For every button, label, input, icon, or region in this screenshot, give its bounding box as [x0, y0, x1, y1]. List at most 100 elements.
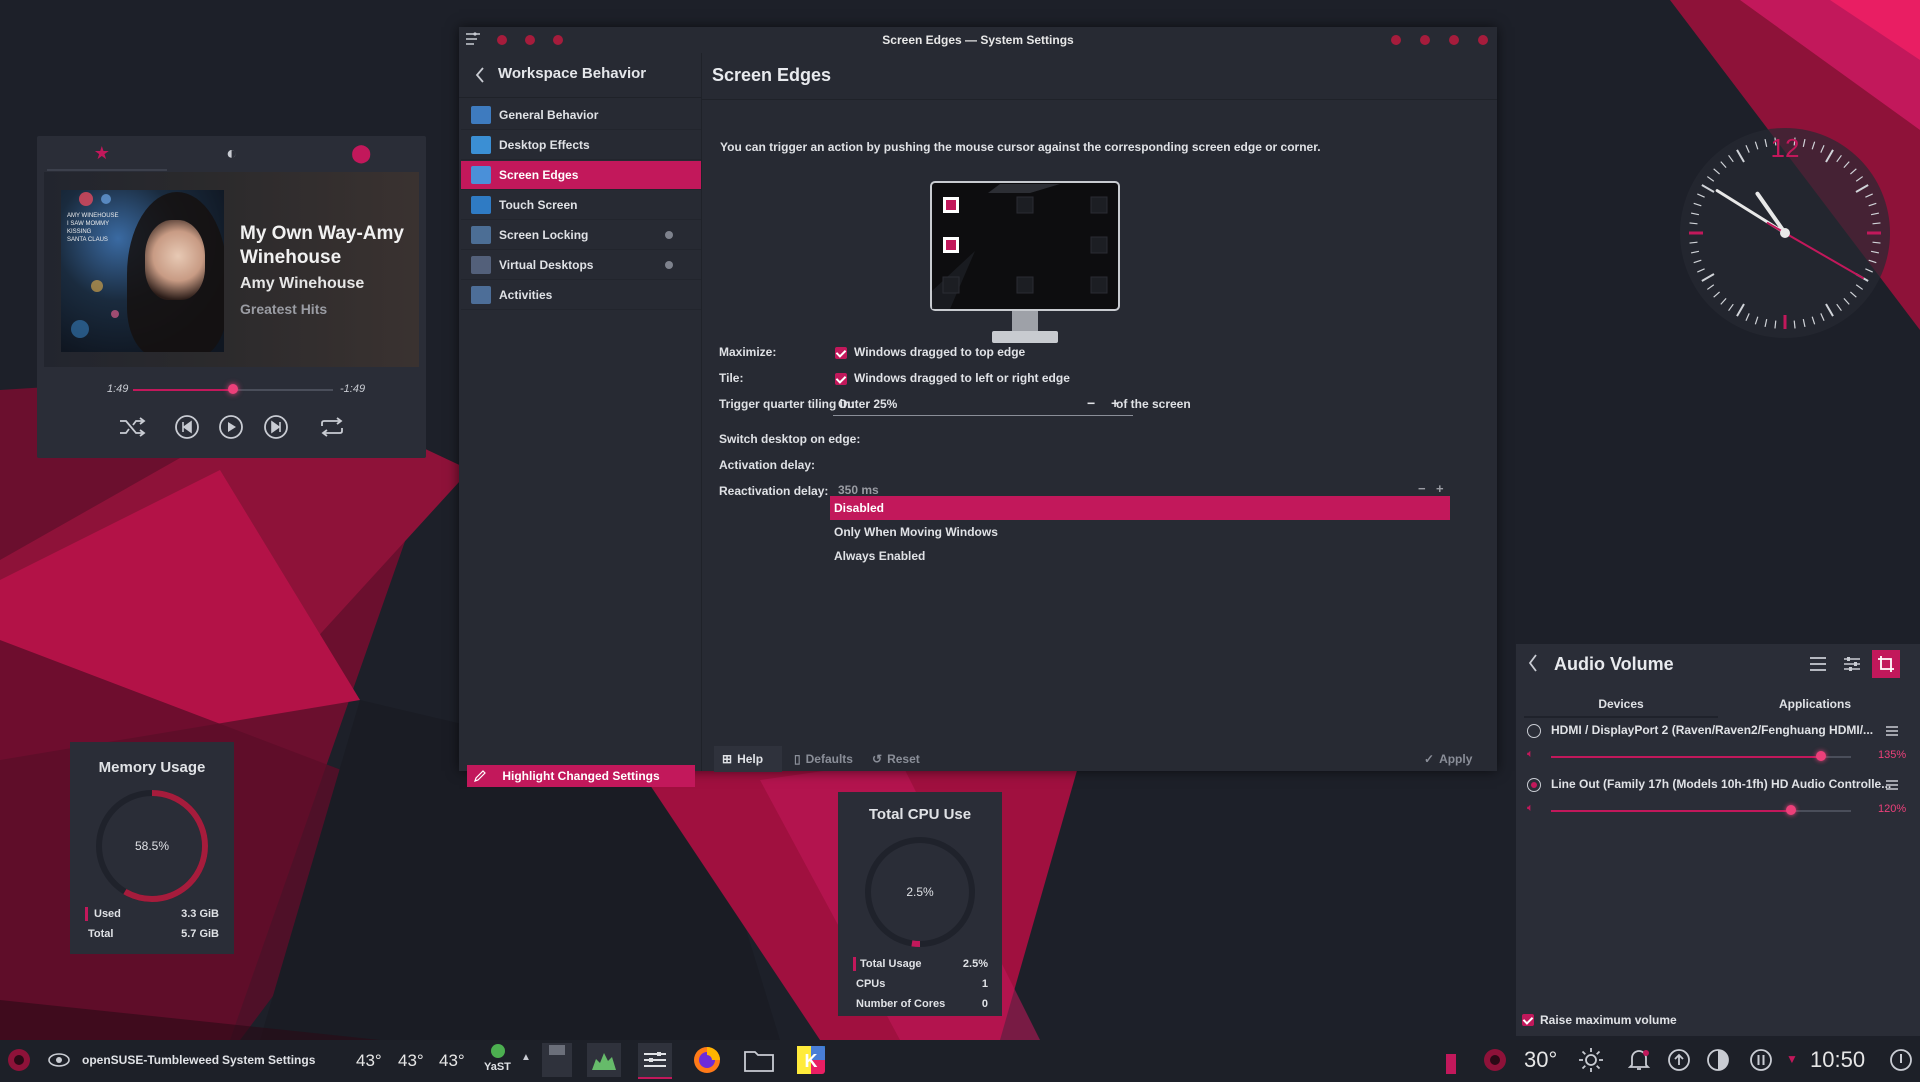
task-system-settings[interactable]: System Settings — [222, 1040, 315, 1080]
increment-button[interactable]: + — [1436, 481, 1444, 496]
cpu-gauge: 2.5% — [865, 837, 975, 947]
list-view-icon[interactable] — [1809, 656, 1827, 672]
firefox-icon[interactable] — [690, 1043, 724, 1077]
minimize-button[interactable] — [1420, 35, 1430, 45]
defaults-icon: ▯ — [794, 752, 801, 766]
general-behavior-icon — [471, 106, 491, 124]
total-usage-swatch — [853, 957, 856, 971]
close-button[interactable] — [1478, 35, 1488, 45]
speaker-icon[interactable]: 🔈︎ — [1527, 802, 1534, 815]
device-menu-icon[interactable] — [1886, 780, 1898, 790]
sidebar-item-touch-screen[interactable]: Touch Screen — [461, 191, 701, 220]
expand-tray-icon[interactable]: ▲ — [521, 1052, 531, 1063]
album-cover: AMY WINEHOUSE I SAW MOMMY KISSING SANTA … — [61, 190, 224, 352]
edge-right[interactable] — [1090, 236, 1108, 254]
pause-icon[interactable] — [1746, 1045, 1776, 1075]
sidebar-item-screen-edges[interactable]: Screen Edges — [461, 161, 701, 190]
app-launcher-button[interactable] — [4, 1045, 34, 1075]
favorites-tab[interactable]: ★ — [37, 136, 167, 170]
seek-fill — [133, 389, 233, 391]
yast-label[interactable]: YaST — [484, 1061, 511, 1073]
device-menu-icon[interactable] — [1886, 726, 1898, 736]
desktop-preview[interactable] — [542, 1043, 572, 1077]
tile-checkbox[interactable] — [835, 373, 847, 385]
maximize-button[interactable] — [1449, 35, 1459, 45]
tile-checkbox-label[interactable]: Windows dragged to left or right edge — [854, 371, 1070, 385]
previous-icon[interactable] — [174, 414, 200, 440]
settings-sliders-icon[interactable] — [1843, 656, 1861, 672]
dropdown-option-moving-windows[interactable]: Only When Moving Windows — [830, 520, 1450, 544]
task-opensuse[interactable]: openSUSE-Tumbleweed — [82, 1040, 219, 1080]
default-device-radio[interactable] — [1527, 724, 1541, 738]
edge-top-right[interactable] — [1090, 196, 1108, 214]
tab-applications[interactable]: Applications — [1718, 690, 1912, 718]
speaker-icon[interactable]: 🔈︎ — [1527, 748, 1534, 761]
edge-top[interactable] — [1016, 196, 1034, 214]
maximize-checkbox[interactable] — [835, 347, 847, 359]
media-tray-icon[interactable] — [1703, 1045, 1733, 1075]
back-arrow-icon[interactable] — [1528, 654, 1538, 672]
clock-tick — [1689, 241, 1698, 244]
help-button[interactable]: ⊞ Help — [714, 746, 782, 772]
sidebar-item-screen-locking[interactable]: Screen Locking — [461, 221, 701, 250]
battery-icon[interactable] — [1446, 1054, 1456, 1074]
titlebar[interactable]: Screen Edges — System Settings — [459, 27, 1497, 53]
edge-bottom-right[interactable] — [1090, 276, 1108, 294]
system-monitor-icon[interactable] — [587, 1043, 621, 1077]
notifications-icon[interactable] — [1624, 1045, 1654, 1075]
edge-bottom[interactable] — [1016, 276, 1034, 294]
media-tab[interactable]: ◐ — [167, 136, 297, 170]
defaults-button[interactable]: ▯ Defaults — [794, 746, 853, 772]
help-titlebar-button[interactable] — [1391, 35, 1401, 45]
clock-time[interactable]: 10:50 — [1810, 1040, 1865, 1080]
user-icon[interactable] — [1480, 1045, 1510, 1075]
default-device-radio[interactable] — [1527, 778, 1541, 792]
reset-icon: ↺ — [872, 752, 883, 766]
track-album: Greatest Hits — [240, 301, 328, 317]
disc-tab[interactable]: ⬤ — [296, 136, 426, 170]
sidebar-item-desktop-effects[interactable]: Desktop Effects — [461, 131, 701, 160]
dropdown-option-always-enabled[interactable]: Always Enabled — [830, 544, 1450, 568]
dropdown-option-disabled[interactable]: Disabled — [830, 496, 1450, 520]
quarter-tiling-spinbox[interactable]: Outer 25% − + — [833, 391, 1133, 416]
file-manager-icon[interactable] — [742, 1043, 776, 1077]
device-volume-slider[interactable] — [1551, 810, 1851, 812]
shuffle-icon[interactable] — [117, 414, 147, 440]
slider-handle[interactable] — [1816, 751, 1826, 761]
highlight-changed-settings-button[interactable]: Highlight Changed Settings — [467, 765, 695, 787]
screen-edges-icon — [471, 166, 491, 184]
weather-temp[interactable]: 30° — [1524, 1040, 1557, 1080]
system-settings-taskbar-icon[interactable] — [638, 1043, 672, 1079]
seek-handle[interactable] — [228, 384, 238, 394]
sidebar-item-virtual-desktops[interactable]: Virtual Desktops — [461, 251, 701, 280]
tab-devices[interactable]: Devices — [1524, 690, 1718, 718]
device-volume-percent: 120% — [1878, 803, 1907, 815]
apply-button[interactable]: ✓ Apply — [1424, 746, 1472, 772]
pager-icon[interactable] — [44, 1045, 74, 1075]
pin-button[interactable] — [1872, 650, 1900, 678]
reset-button[interactable]: ↺ Reset — [872, 746, 920, 772]
switch-desktop-label: Switch desktop on edge: — [719, 432, 861, 446]
brightness-icon[interactable] — [1576, 1045, 1606, 1075]
back-arrow-icon[interactable] — [475, 67, 485, 83]
sidebar-item-activities[interactable]: Activities — [461, 281, 701, 310]
repeat-icon[interactable] — [318, 414, 346, 440]
play-icon[interactable] — [218, 414, 244, 440]
next-icon[interactable] — [263, 414, 289, 440]
edge-bottom-left[interactable] — [942, 276, 960, 294]
updates-icon[interactable] — [1664, 1045, 1694, 1075]
sidebar-item-general-behavior[interactable]: General Behavior — [461, 101, 701, 130]
disc-icon: ⬤ — [351, 142, 372, 163]
maximize-checkbox-label[interactable]: Windows dragged to top edge — [854, 345, 1025, 359]
device-volume-slider[interactable] — [1551, 756, 1851, 758]
yast-icon[interactable] — [491, 1044, 505, 1058]
kvantum-icon[interactable]: K — [794, 1043, 828, 1077]
decrement-button[interactable]: − — [1418, 481, 1426, 496]
raise-max-volume-label[interactable]: Raise maximum volume — [1540, 1013, 1677, 1027]
tray-expand-icon[interactable]: ▼ — [1786, 1052, 1798, 1066]
cpu-temp-1: 43° — [356, 1051, 382, 1070]
power-icon[interactable] — [1886, 1045, 1916, 1075]
slider-handle[interactable] — [1786, 805, 1796, 815]
decrement-button[interactable]: − — [1087, 395, 1095, 411]
raise-max-volume-checkbox[interactable] — [1522, 1014, 1534, 1026]
